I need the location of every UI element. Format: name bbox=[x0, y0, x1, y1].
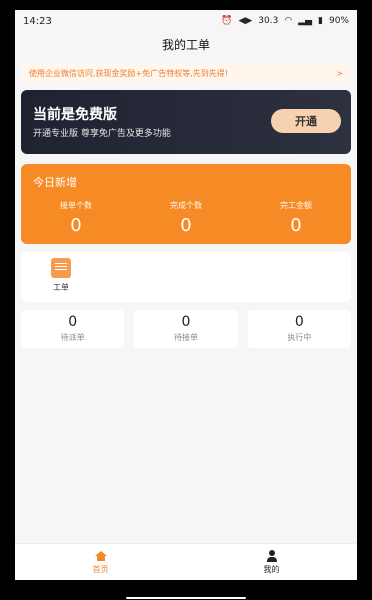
module-label: 工单 bbox=[53, 283, 69, 292]
today-stats: 接单个数 0 完成个数 0 完工金额 0 bbox=[21, 200, 351, 236]
status-counters: 0 待派单 0 待接单 0 执行中 bbox=[21, 310, 351, 348]
status-time: 14:23 bbox=[23, 15, 52, 27]
work-order-icon bbox=[51, 258, 71, 278]
home-icon bbox=[94, 550, 107, 561]
signal-icon: ▂▄ bbox=[298, 16, 313, 26]
counter-pending-dispatch[interactable]: 0 待派单 bbox=[21, 310, 125, 348]
vip-card: 当前是免费版 开通专业版 尊享免广告及更多功能 开通 bbox=[21, 90, 351, 154]
nav-home[interactable]: 首页 bbox=[15, 544, 186, 580]
notice-banner[interactable]: 使用企业微信访问,获现金奖励+免广告特权等,先到先得! > bbox=[21, 64, 351, 82]
counter-in-progress[interactable]: 0 执行中 bbox=[247, 310, 351, 348]
page-title: 我的工单 bbox=[161, 37, 210, 52]
notice-arrow-icon: > bbox=[336, 68, 343, 78]
alarm-icon: ⏰ bbox=[221, 16, 233, 26]
battery-level: 90% bbox=[328, 16, 349, 26]
home-indicator[interactable] bbox=[0, 596, 372, 600]
status-bar: 14:23 ⏰ ◀▶ 30.3 ◠ ▂▄ ▮ 90% bbox=[15, 10, 357, 32]
network-speed: 30.3 bbox=[258, 16, 279, 26]
nav-home-label: 首页 bbox=[92, 564, 109, 574]
today-stats-card: 今日新增 接单个数 0 完成个数 0 完工金额 0 bbox=[21, 164, 351, 244]
today-title: 今日新增 bbox=[33, 176, 77, 189]
battery-icon: ▮ bbox=[318, 16, 323, 26]
today-stat-orders-received: 接单个数 0 bbox=[60, 201, 92, 236]
nav-me-label: 我的 bbox=[263, 564, 280, 574]
vip-subtitle: 开通专业版 尊享免广告及更多功能 bbox=[33, 129, 171, 139]
module-grid: 工单 bbox=[21, 252, 351, 302]
module-work-order[interactable]: 工单 bbox=[41, 258, 81, 293]
today-stat-orders-completed: 完成个数 0 bbox=[170, 201, 202, 236]
vip-title: 当前是免费版 bbox=[33, 107, 117, 123]
bottom-nav: 首页 我的 bbox=[15, 543, 357, 580]
status-icons: ⏰ ◀▶ 30.3 ◠ ▂▄ ▮ 90% bbox=[221, 16, 349, 26]
today-stat-completion-amount: 完工金额 0 bbox=[280, 201, 312, 236]
user-icon bbox=[266, 549, 277, 562]
phone-screen: 14:23 ⏰ ◀▶ 30.3 ◠ ▂▄ ▮ 90% 我的工单 使用企业微信访问… bbox=[15, 10, 357, 580]
notice-text: 使用企业微信访问,获现金奖励+免广告特权等,先到先得! bbox=[29, 68, 228, 78]
counter-pending-accept[interactable]: 0 待接单 bbox=[134, 310, 238, 348]
activate-button[interactable]: 开通 bbox=[271, 109, 341, 133]
vibrate-icon: ◀▶ bbox=[238, 16, 253, 26]
nav-me[interactable]: 我的 bbox=[186, 544, 357, 580]
wifi-icon: ◠ bbox=[284, 16, 293, 26]
